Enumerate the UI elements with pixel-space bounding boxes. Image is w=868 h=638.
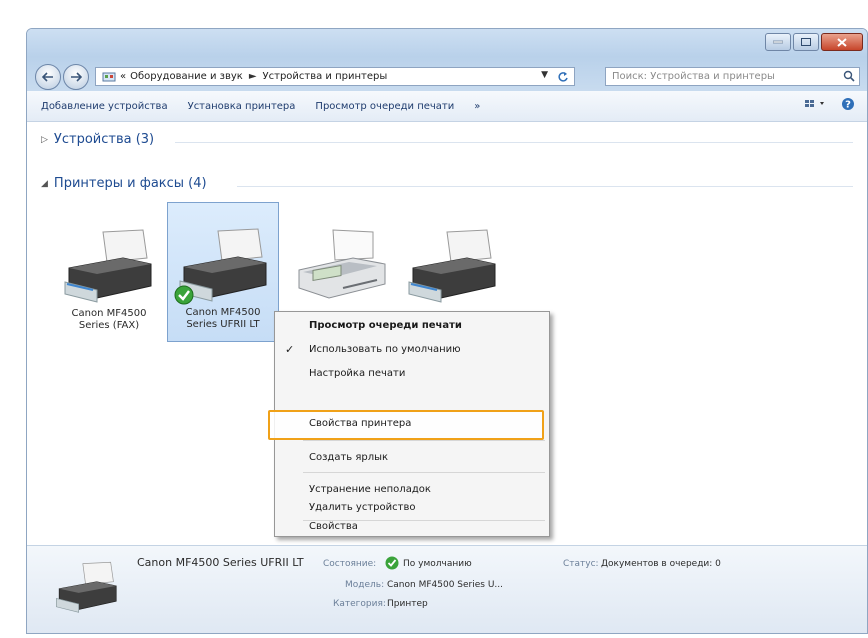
printer-name-line1: Canon MF4500	[185, 307, 261, 318]
details-model-label: Модель:	[345, 580, 385, 590]
fax-printer-icon	[298, 229, 386, 299]
minimize-button[interactable]	[765, 33, 791, 51]
expanded-triangle-icon: ◢	[41, 178, 48, 189]
menu-separator	[303, 472, 545, 473]
devices-and-printers-window: « Оборудование и звук ► Устройства и при…	[26, 28, 868, 634]
details-state-label: Состояние:	[323, 559, 377, 569]
details-status-value: Документов в очереди: 0	[601, 559, 721, 569]
address-bar[interactable]: « Оборудование и звук ► Устройства и при…	[95, 67, 575, 86]
printer-name-line2: Series (FAX)	[78, 320, 140, 331]
group-divider	[237, 186, 853, 187]
group-printers-label: Принтеры и факсы (4)	[53, 176, 207, 191]
details-category-value: Принтер	[387, 599, 428, 609]
refresh-button[interactable]	[554, 69, 572, 84]
address-dropdown-icon[interactable]: ▼	[541, 70, 548, 80]
printer-icon	[408, 229, 496, 303]
back-button[interactable]	[35, 64, 61, 90]
svg-text:?: ?	[845, 100, 851, 111]
printer-context-menu: Просмотр очереди печати ✓ Использовать п…	[268, 311, 550, 537]
group-divider	[175, 142, 853, 143]
printer-item-selected[interactable]: Canon MF4500 Series UFRII LT	[167, 202, 279, 342]
printer-name-line1: Canon MF4500	[71, 308, 147, 319]
menu-item-printing-preferences[interactable]: Настройка печати	[309, 368, 405, 379]
menu-item-properties[interactable]: Свойства	[309, 521, 358, 532]
breadcrumb-hardware-sound[interactable]: Оборудование и звук	[130, 71, 243, 82]
view-options-icon	[805, 100, 824, 107]
details-status-label: Статус:	[563, 559, 599, 569]
details-state-value: По умолчанию	[403, 559, 472, 569]
search-icon	[843, 70, 855, 82]
printer-item[interactable]: Canon MF4500 Series (FAX)	[53, 204, 165, 344]
menu-separator	[303, 440, 545, 441]
navigation-row: « Оборудование и звук ► Устройства и при…	[35, 64, 860, 90]
default-checkmark-icon	[385, 556, 399, 570]
collapsed-triangle-icon: ▷	[41, 134, 48, 145]
menu-item-see-print-queue[interactable]: Просмотр очереди печати	[309, 320, 462, 331]
details-category-label: Категория:	[333, 599, 386, 609]
details-printer-name: Canon MF4500 Series UFRII LT	[137, 556, 304, 569]
breadcrumb-devices-printers[interactable]: Устройства и принтеры	[263, 71, 388, 82]
checkmark-icon: ✓	[285, 343, 295, 356]
menu-item-troubleshoot[interactable]: Устранение неполадок	[309, 484, 431, 495]
printer-icon	[56, 561, 117, 613]
minimize-icon	[773, 40, 783, 44]
add-device-button[interactable]: Добавление устройства	[27, 101, 178, 112]
help-button[interactable]: ?	[841, 97, 855, 114]
back-arrow-icon	[42, 72, 53, 82]
toolbar-right: ?	[805, 97, 855, 114]
command-bar: Добавление устройства Установка принтера…	[27, 91, 867, 122]
refresh-icon	[558, 71, 568, 82]
add-printer-button[interactable]: Установка принтера	[178, 101, 306, 112]
view-options-button[interactable]	[805, 99, 827, 112]
close-button[interactable]	[821, 33, 863, 51]
control-panel-icon	[102, 72, 116, 81]
menu-item-create-shortcut[interactable]: Создать ярлык	[309, 452, 388, 463]
details-pane: Canon MF4500 Series UFRII LT Состояние: …	[27, 545, 867, 633]
group-devices-label: Устройства (3)	[53, 132, 155, 147]
menu-item-printer-properties[interactable]: Свойства принтера	[309, 418, 411, 429]
breadcrumb-separator: ►	[248, 71, 257, 82]
search-input[interactable]: Поиск: Устройства и принтеры	[605, 67, 860, 86]
details-model-value: Canon MF4500 Series U...	[387, 580, 503, 590]
see-print-queue-button[interactable]: Просмотр очереди печати	[305, 101, 464, 112]
address-prefix: «	[120, 71, 127, 82]
printer-label: Canon MF4500 Series (FAX)	[53, 308, 165, 332]
more-commands-button[interactable]: »	[464, 101, 490, 112]
menu-item-remove-device[interactable]: Удалить устройство	[309, 502, 415, 513]
group-devices-header[interactable]: ▷ Устройства (3)	[41, 132, 154, 147]
close-icon	[837, 37, 847, 47]
help-icon: ?	[842, 98, 854, 111]
group-printers-header[interactable]: ◢ Принтеры и факсы (4)	[41, 176, 207, 191]
search-placeholder: Поиск: Устройства и принтеры	[612, 71, 775, 82]
default-checkmark-icon	[174, 285, 194, 305]
forward-button[interactable]	[63, 64, 89, 90]
forward-arrow-icon	[71, 72, 82, 82]
maximize-button[interactable]	[793, 33, 819, 51]
caption-buttons	[765, 33, 863, 51]
printer-label: Canon MF4500 Series UFRII LT	[168, 307, 278, 331]
maximize-icon	[801, 38, 811, 46]
printer-name-line2: Series UFRII LT	[186, 319, 260, 330]
menu-item-set-default[interactable]: Использовать по умолчанию	[309, 344, 461, 355]
title-bar: « Оборудование и звук ► Устройства и при…	[27, 29, 867, 91]
printer-icon	[64, 229, 152, 303]
